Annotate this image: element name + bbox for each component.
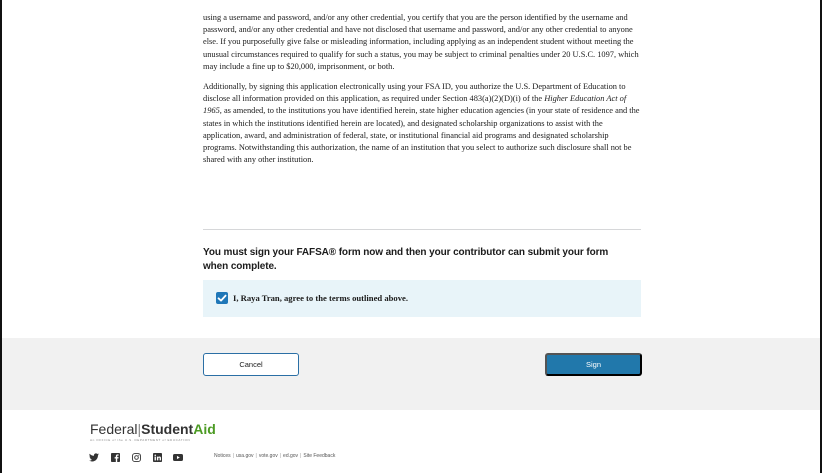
- facebook-icon[interactable]: [110, 452, 120, 462]
- terms-paragraph-1: using a username and password, and/or an…: [203, 13, 639, 71]
- agree-panel: I, Raya Tran, agree to the terms outline…: [203, 280, 641, 317]
- footer-link-usa-gov[interactable]: usa.gov: [236, 453, 254, 459]
- checkmark-icon: [217, 294, 227, 302]
- logo-student-text: Student: [141, 421, 194, 437]
- footer-links: Notices | usa.gov | vote.gov | ed.gov | Site Fee…: [214, 453, 335, 459]
- action-bar: [2, 338, 820, 410]
- sign-button[interactable]: Sign: [545, 353, 642, 376]
- instagram-icon[interactable]: [131, 452, 141, 462]
- federal-student-aid-logo[interactable]: Federal|StudentAid: [90, 421, 216, 437]
- footer-link-vote-gov[interactable]: vote.gov: [259, 453, 278, 459]
- logo-aid-text: Aid: [193, 421, 216, 437]
- social-links: [89, 451, 194, 463]
- footer-link-separator: |: [300, 453, 302, 459]
- sign-instructions: You must sign your FAFSA® form now and t…: [203, 247, 609, 272]
- agree-label[interactable]: I, Raya Tran, agree to the terms outline…: [233, 292, 408, 304]
- footer-link-notices[interactable]: Notices: [214, 453, 231, 459]
- terms-text: using a username and password, and/or an…: [203, 12, 643, 166]
- terms-paragraph-2-end: , as amended, to the institutions you ha…: [203, 106, 640, 165]
- footer-link-separator: |: [279, 453, 282, 459]
- logo-federal-text: Federal: [90, 421, 138, 437]
- section-divider: [203, 229, 641, 230]
- agree-checkbox[interactable]: [216, 292, 228, 304]
- logo-tagline: An OFFICE of the U.S. DEPARTMENT of EDUC…: [90, 438, 191, 442]
- cancel-button[interactable]: Cancel: [203, 353, 299, 376]
- footer-link-ed-gov[interactable]: ed.gov: [283, 453, 298, 459]
- footer-link-site-feedback[interactable]: Site Feedback: [303, 453, 335, 459]
- youtube-icon[interactable]: [173, 452, 183, 462]
- terms-paragraph-2: Additionally, by signing this applicatio…: [203, 81, 643, 166]
- twitter-icon[interactable]: [89, 452, 99, 462]
- footer-link-separator: |: [232, 453, 234, 459]
- linkedin-icon[interactable]: [152, 452, 162, 462]
- footer-link-separator: |: [255, 453, 257, 459]
